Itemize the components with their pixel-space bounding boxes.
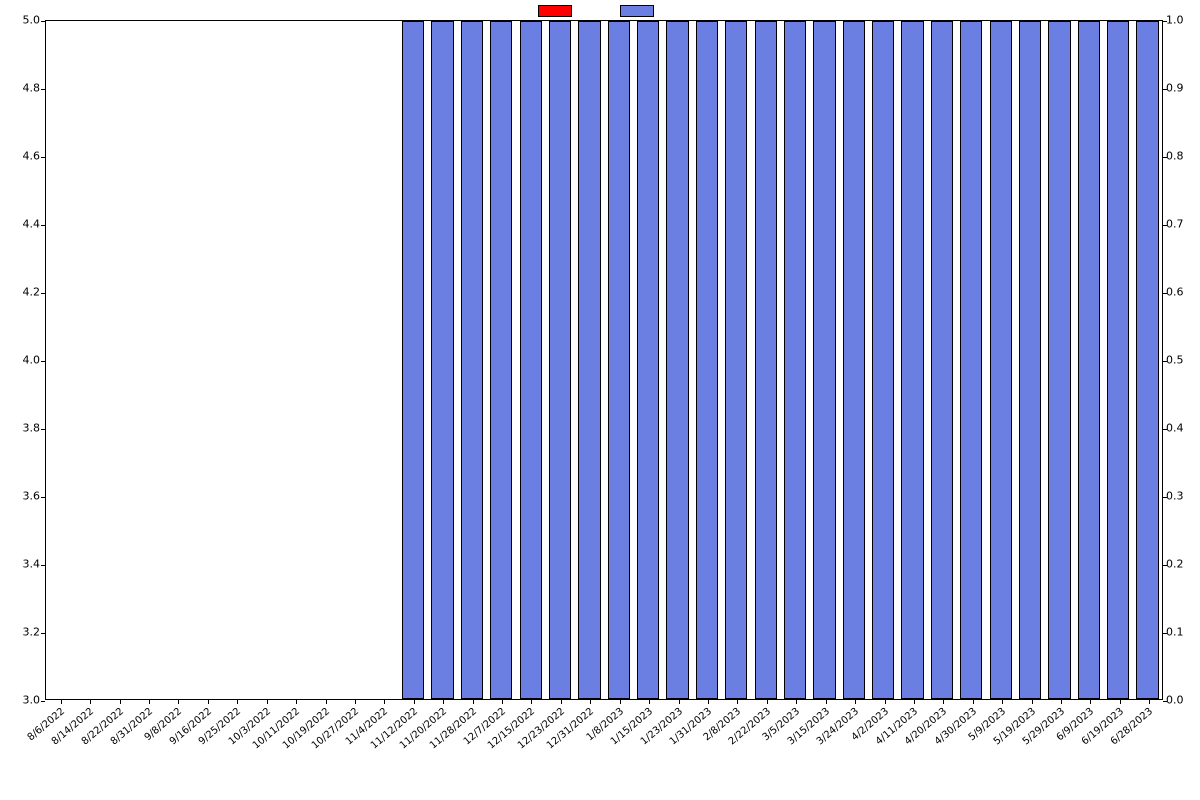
y-right-tick-label: 0.1 bbox=[1166, 626, 1196, 639]
y-left-tick-label: 4.6 bbox=[2, 150, 40, 163]
bar-slot bbox=[1104, 21, 1133, 699]
y-right-tick-label: 0.6 bbox=[1166, 286, 1196, 299]
y-left-tick-label: 3.4 bbox=[2, 558, 40, 571]
bar-slot bbox=[692, 21, 721, 699]
y-right-tick-label: 0.3 bbox=[1166, 490, 1196, 503]
bar-slot bbox=[75, 21, 104, 699]
bar-slot bbox=[134, 21, 163, 699]
bar-slot bbox=[252, 21, 281, 699]
bar-slot bbox=[310, 21, 339, 699]
bar-slot bbox=[780, 21, 809, 699]
bar-slot bbox=[487, 21, 516, 699]
y-left-tick-label: 3.6 bbox=[2, 490, 40, 503]
bar bbox=[696, 21, 718, 699]
bar-slot bbox=[428, 21, 457, 699]
bar-slot bbox=[722, 21, 751, 699]
y-right-tick-label: 0.7 bbox=[1166, 218, 1196, 231]
x-axis: 8/6/20228/14/20228/22/20228/31/20229/8/2… bbox=[45, 702, 1163, 792]
y-left-tick-label: 4.8 bbox=[2, 82, 40, 95]
chart-legend bbox=[538, 5, 662, 17]
bar bbox=[990, 21, 1012, 699]
bar-slot bbox=[369, 21, 398, 699]
bar-slot bbox=[457, 21, 486, 699]
bar bbox=[578, 21, 600, 699]
y-right-tick-label: 0.8 bbox=[1166, 150, 1196, 163]
bar bbox=[520, 21, 542, 699]
bar-slot bbox=[193, 21, 222, 699]
bar-slot bbox=[634, 21, 663, 699]
bar bbox=[1048, 21, 1070, 699]
bar bbox=[901, 21, 923, 699]
bar bbox=[490, 21, 512, 699]
y-right-tick-label: 1.0 bbox=[1166, 14, 1196, 27]
bar bbox=[1019, 21, 1041, 699]
bar-slot bbox=[810, 21, 839, 699]
bar-slot bbox=[340, 21, 369, 699]
y-right-tick-label: 0.4 bbox=[1166, 422, 1196, 435]
bars-container bbox=[46, 21, 1162, 699]
bar bbox=[666, 21, 688, 699]
bar bbox=[637, 21, 659, 699]
bar-slot bbox=[105, 21, 134, 699]
bar bbox=[402, 21, 424, 699]
bar-slot bbox=[1074, 21, 1103, 699]
bar bbox=[872, 21, 894, 699]
y-left-tick-label: 3.8 bbox=[2, 422, 40, 435]
bar-slot bbox=[957, 21, 986, 699]
bar bbox=[1107, 21, 1129, 699]
bar-slot bbox=[751, 21, 780, 699]
y-right-tick-label: 0.9 bbox=[1166, 82, 1196, 95]
bar bbox=[431, 21, 453, 699]
bar bbox=[1136, 21, 1158, 699]
y-right-tick-label: 0.2 bbox=[1166, 558, 1196, 571]
bar bbox=[755, 21, 777, 699]
y-axis-right: 0.00.10.20.30.40.50.60.70.80.91.0 bbox=[1166, 20, 1200, 700]
bar bbox=[461, 21, 483, 699]
bar-slot bbox=[604, 21, 633, 699]
bar bbox=[813, 21, 835, 699]
legend-item-series-2 bbox=[620, 5, 662, 17]
bar-slot bbox=[516, 21, 545, 699]
bar bbox=[725, 21, 747, 699]
bar-slot bbox=[399, 21, 428, 699]
bar-slot bbox=[222, 21, 251, 699]
bar-slot bbox=[663, 21, 692, 699]
bar bbox=[843, 21, 865, 699]
y-left-tick-label: 3.0 bbox=[2, 694, 40, 707]
bar bbox=[608, 21, 630, 699]
y-left-tick-label: 5.0 bbox=[2, 14, 40, 27]
bar-slot bbox=[1015, 21, 1044, 699]
y-left-tick-label: 3.2 bbox=[2, 626, 40, 639]
bar-slot bbox=[46, 21, 75, 699]
y-left-tick-label: 4.2 bbox=[2, 286, 40, 299]
bar-slot bbox=[1045, 21, 1074, 699]
y-axis-left: 3.03.23.43.63.84.04.24.44.64.85.0 bbox=[0, 20, 40, 700]
plot-area bbox=[45, 20, 1163, 700]
bar bbox=[1078, 21, 1100, 699]
bar-slot bbox=[164, 21, 193, 699]
bar bbox=[960, 21, 982, 699]
bar-slot bbox=[898, 21, 927, 699]
bar bbox=[549, 21, 571, 699]
y-left-tick-label: 4.4 bbox=[2, 218, 40, 231]
bar-slot bbox=[545, 21, 574, 699]
bar-slot bbox=[839, 21, 868, 699]
y-left-tick-label: 4.0 bbox=[2, 354, 40, 367]
bar-slot bbox=[575, 21, 604, 699]
bar-slot bbox=[869, 21, 898, 699]
bar-chart: 3.03.23.43.63.84.04.24.44.64.85.0 0.00.1… bbox=[0, 0, 1200, 800]
bar bbox=[784, 21, 806, 699]
bar-slot bbox=[281, 21, 310, 699]
bar-slot bbox=[927, 21, 956, 699]
bar-slot bbox=[986, 21, 1015, 699]
y-right-tick-label: 0.5 bbox=[1166, 354, 1196, 367]
bar bbox=[931, 21, 953, 699]
legend-swatch-red bbox=[538, 5, 572, 17]
bar-slot bbox=[1133, 21, 1162, 699]
legend-swatch-blue bbox=[620, 5, 654, 17]
legend-item-series-1 bbox=[538, 5, 580, 17]
